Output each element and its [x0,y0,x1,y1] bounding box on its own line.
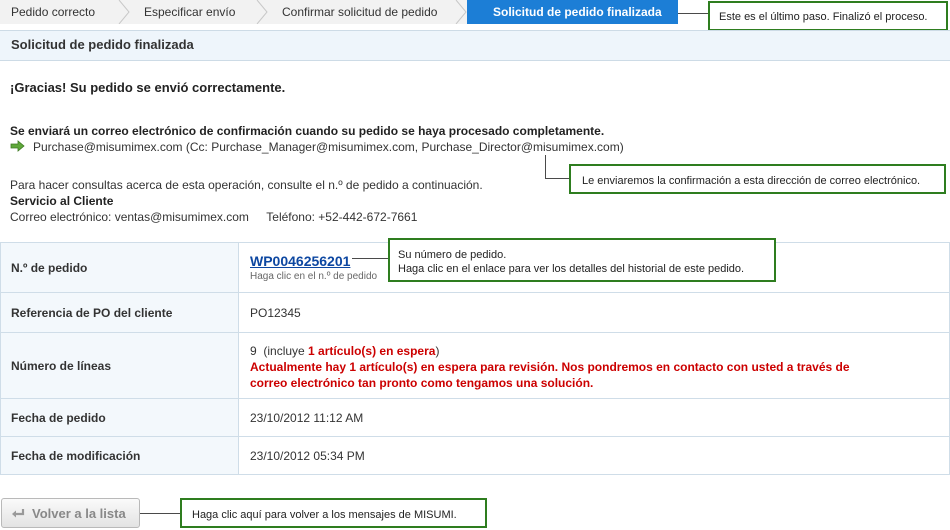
modified-date-label: Fecha de modificación [0,436,239,475]
callout-leader [678,13,708,14]
progress-steps: Pedido correcto Especificar envío Confir… [0,0,678,24]
step-shipping: Especificar envío [144,5,236,19]
lines-label: Número de líneas [0,332,239,399]
email-recipients: Purchase@misumimex.com (Cc: Purchase_Man… [10,140,624,154]
step-separator-icon [118,0,130,24]
callout-email: Le enviaremos la confirmación a esta dir… [569,164,946,194]
callout-last-step: Este es el último paso. Finalizó el proc… [708,1,948,31]
po-label: Referencia de PO del cliente [0,292,239,333]
step-order-ok: Pedido correcto [11,5,96,19]
service-email: Correo electrónico: ventas@misumimex.com [10,210,249,224]
service-title: Servicio al Cliente [10,194,114,208]
po-value: PO12345 [238,292,950,333]
service-contact: Correo electrónico: ventas@misumimex.com… [10,210,417,224]
order-date-label: Fecha de pedido [0,398,239,437]
step-confirm: Confirmar solicitud de pedido [282,5,438,19]
modified-date-value: 23/10/2012 05:34 PM [238,436,950,475]
callout-leader [140,513,180,514]
callout-back: Haga clic aquí para volver a los mensaje… [180,498,487,528]
callout-leader [352,258,388,259]
table-row: Número de líneas 9 (incluye 1 artículo(s… [0,332,950,399]
lines-included-post: ) [435,343,440,358]
page-title: Solicitud de pedido finalizada [11,37,194,52]
lines-cell: 9 (incluye 1 artículo(s) en espera) Actu… [238,332,950,399]
email-addresses: Purchase@misumimex.com (Cc: Purchase_Man… [33,140,624,154]
back-button-label: Volver a la lista [32,506,126,521]
thanks-message: ¡Gracias! Su pedido se envió correctamen… [10,80,286,95]
table-row: Fecha de modificación 23/10/2012 05:34 P… [0,436,950,475]
order-date-value: 23/10/2012 11:12 AM [238,398,950,437]
return-arrow-icon [12,509,25,518]
table-row: Referencia de PO del cliente PO12345 [0,292,950,333]
page-header: Solicitud de pedido finalizada [0,30,950,61]
callout-order-line2: Haga clic en el enlace para ver los deta… [398,263,745,275]
callout-leader [545,178,569,179]
back-to-list-button[interactable]: Volver a la lista [1,498,140,528]
lines-count: 9 [250,343,257,358]
service-phone: Teléfono: +52-442-672-7661 [266,210,418,224]
lines-included-pre: (incluye [263,343,309,358]
table-row: Fecha de pedido 23/10/2012 11:12 AM [0,398,950,437]
lines-summary: 9 (incluye 1 artículo(s) en espera) [250,343,949,359]
callout-order-number: Su número de pedido. Haga clic en el enl… [388,238,776,282]
step-separator-icon [256,0,268,24]
callout-order-line1: Su número de pedido. [398,249,507,261]
order-number-link[interactable]: WP0046256201 [250,253,350,269]
step-separator-icon [455,0,467,24]
lines-on-hold: 1 artículo(s) en espera [308,343,436,358]
confirmation-notice: Se enviará un correo electrónico de conf… [10,124,605,138]
order-no-label: N.º de pedido [0,242,239,293]
callout-leader [545,155,546,178]
mail-send-icon [10,140,25,152]
step-finished: Solicitud de pedido finalizada [467,0,678,24]
contact-note: Para hacer consultas acerca de esta oper… [10,178,483,192]
on-hold-warning: Actualmente hay 1 artículo(s) en espera … [250,359,850,390]
